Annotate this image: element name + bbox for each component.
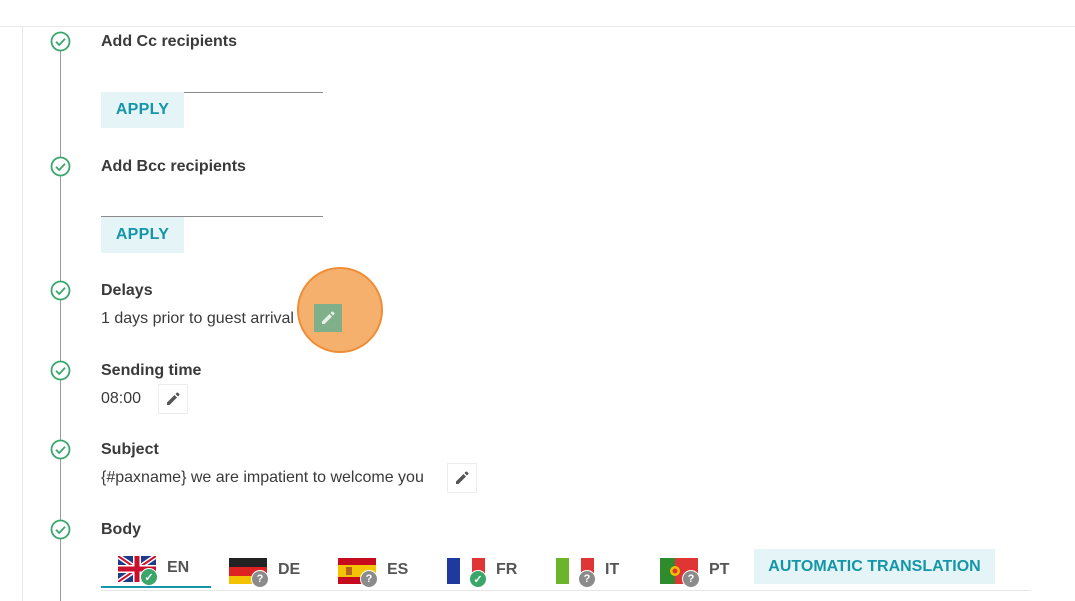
pencil-icon	[167, 392, 180, 405]
translated-badge-icon: ✓	[469, 570, 487, 588]
language-tab-label: DE	[278, 561, 301, 578]
pencil-icon	[456, 471, 469, 484]
check-circle-icon	[50, 439, 71, 460]
france-flag-icon: ✓	[447, 556, 487, 588]
delays-step-title: Delays	[101, 282, 153, 299]
content-left-border	[22, 26, 23, 601]
check-circle-icon	[50, 156, 71, 177]
cc-step-title: Add Cc recipients	[101, 33, 238, 50]
cc-apply-button[interactable]: APPLY	[101, 92, 184, 128]
sending-time-value: 08:00	[101, 390, 142, 407]
pencil-icon	[322, 311, 335, 324]
language-tab-label: PT	[709, 561, 730, 578]
language-tab-it[interactable]: ? IT	[556, 550, 619, 590]
subject-step-title: Subject	[101, 441, 159, 458]
portugal-flag-icon: ?	[660, 556, 700, 588]
unknown-status-badge-icon: ?	[251, 570, 269, 588]
subject-value: {#paxname} we are impatient to welcome y…	[101, 469, 424, 486]
check-circle-icon	[50, 280, 71, 301]
sending-time-edit-button[interactable]	[158, 384, 188, 414]
uk-flag-icon: ✓	[118, 554, 158, 586]
germany-flag-icon: ?	[229, 556, 269, 588]
top-bar	[0, 0, 1075, 27]
unknown-status-badge-icon: ?	[578, 570, 596, 588]
check-circle-icon	[50, 519, 71, 540]
sending-time-step-title: Sending time	[101, 362, 202, 379]
language-tab-label: EN	[167, 559, 190, 576]
language-tab-de[interactable]: ? DE	[229, 550, 300, 590]
unknown-status-badge-icon: ?	[360, 570, 378, 588]
language-tab-en[interactable]: ✓ EN	[101, 550, 211, 588]
language-tab-es[interactable]: ? ES	[338, 550, 408, 590]
spain-flag-icon: ?	[338, 556, 378, 588]
subject-edit-button[interactable]	[447, 463, 477, 493]
language-tab-pt[interactable]: ? PT	[660, 550, 729, 590]
translated-badge-icon: ✓	[140, 568, 158, 586]
tabs-divider	[101, 590, 1031, 591]
delays-value: 1 days prior to guest arrival	[101, 310, 294, 327]
automatic-translation-button[interactable]: AUTOMATIC TRANSLATION	[754, 549, 995, 584]
language-tab-label: IT	[605, 561, 620, 578]
delays-edit-button[interactable]	[314, 304, 342, 332]
body-step-title: Body	[101, 521, 141, 538]
check-circle-icon	[50, 31, 71, 52]
language-tab-label: FR	[496, 561, 518, 578]
language-tab-fr[interactable]: ✓ FR	[447, 550, 517, 590]
timeline-line	[60, 41, 61, 601]
unknown-status-badge-icon: ?	[682, 570, 700, 588]
language-tab-label: ES	[387, 561, 409, 578]
check-circle-icon	[50, 360, 71, 381]
bcc-apply-button[interactable]: APPLY	[101, 217, 184, 253]
italy-flag-icon: ?	[556, 556, 596, 588]
bcc-step-title: Add Bcc recipients	[101, 158, 246, 175]
